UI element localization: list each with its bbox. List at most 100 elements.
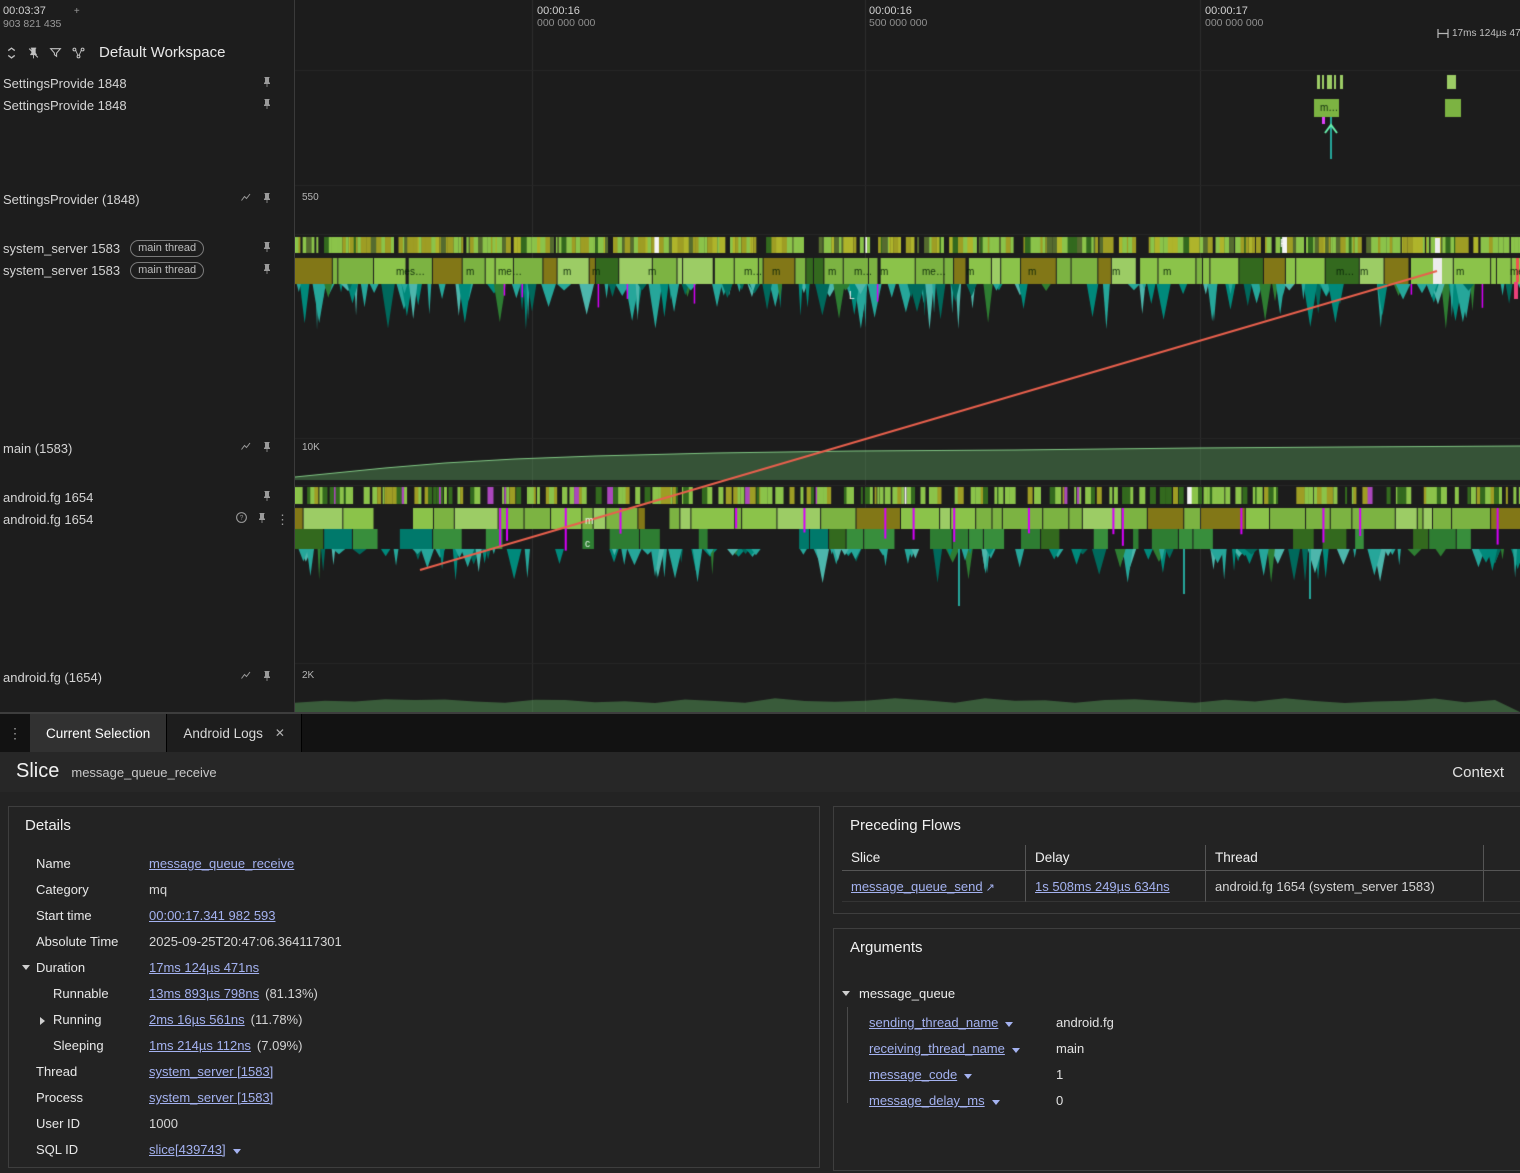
track-row[interactable]: android.fg 1654? ⋮ <box>0 508 295 530</box>
detail-key: Runnable <box>53 986 109 1001</box>
track-icons: ? ⋮ <box>235 511 289 528</box>
flow-slice-link[interactable]: message_queue_send <box>851 879 983 894</box>
pin-icon[interactable] <box>261 240 273 257</box>
detail-row: Thread system_server [1583] <box>9 1059 819 1085</box>
drag-handle-icon[interactable]: ⋮ <box>0 714 30 752</box>
pin-icon[interactable] <box>261 191 273 208</box>
chevron-right-icon[interactable] <box>40 1017 45 1025</box>
preceding-flows-heading: Preceding Flows <box>850 817 961 834</box>
detail-value-link[interactable]: system_server [1583] <box>149 1064 273 1079</box>
track-row[interactable]: system_server 1583 main thread <box>0 259 295 281</box>
argument-key: message_code <box>869 1067 973 1082</box>
detail-value: 13ms 893µs 798ns (81.13%) <box>149 986 318 1001</box>
arguments-heading: Arguments <box>850 939 923 956</box>
pin-icon[interactable] <box>256 511 268 528</box>
bottom-panel-tab-bar: ⋮ Current Selection Android Logs ✕ <box>0 712 1520 752</box>
context-button[interactable]: Context <box>1452 764 1504 781</box>
detail-value-link[interactable]: 13ms 893µs 798ns <box>149 986 259 1001</box>
kebab-menu-icon[interactable]: ⋮ <box>276 513 289 526</box>
ruler-left-timestamp: 00:03:37 + 903 821 435 <box>3 5 80 30</box>
detail-value: slice[439743] <box>149 1142 241 1157</box>
detail-value-link[interactable]: message_queue_receive <box>149 856 294 871</box>
pin-icon[interactable] <box>261 97 273 114</box>
pin-icon[interactable] <box>261 669 273 686</box>
argument-value: 1 <box>1056 1067 1064 1082</box>
argument-row: sending_thread_name android.fg <box>834 1011 1520 1037</box>
detail-key: Duration <box>36 960 86 975</box>
workspace-title[interactable]: Default Workspace <box>99 44 225 61</box>
track-row[interactable]: android.fg 1654 <box>0 486 295 508</box>
selection-duration-label: 17ms 124µs 47 <box>1452 28 1520 39</box>
detail-value-link[interactable]: slice[439743] <box>149 1142 226 1157</box>
detail-value-link[interactable]: 00:00:17.341 982 593 <box>149 908 276 923</box>
track-row[interactable]: SettingsProvide 1848 <box>0 94 295 116</box>
counter-scale-label: 550 <box>302 192 319 203</box>
flows-data-row: message_queue_send ↗ 1s 508ms 249µs 634ns… <box>842 871 1520 902</box>
close-icon[interactable]: ✕ <box>275 726 285 740</box>
chart-icon[interactable] <box>239 441 253 456</box>
detail-key: Category <box>36 882 89 897</box>
dropdown-caret-icon[interactable] <box>1005 1022 1014 1027</box>
detail-value-suffix: (11.78%) <box>250 1012 303 1027</box>
timeline-canvas[interactable] <box>295 0 1520 712</box>
detail-key: Process <box>36 1090 83 1105</box>
help-icon[interactable]: ? <box>235 511 248 527</box>
detail-key: Sleeping <box>53 1038 104 1053</box>
track-icons <box>239 669 273 686</box>
detail-value-link[interactable]: 17ms 124µs 471ns <box>149 960 259 975</box>
pin-icon[interactable] <box>261 262 273 279</box>
tick-time: 00:00:16 <box>869 5 912 17</box>
dropdown-caret-icon[interactable] <box>964 1074 973 1079</box>
argument-key-link[interactable]: sending_thread_name <box>869 1015 998 1030</box>
filter-icon[interactable] <box>49 46 62 59</box>
workspace-icon[interactable] <box>71 46 86 60</box>
chart-icon[interactable] <box>239 192 253 207</box>
detail-value-link[interactable]: 2ms 16µs 561ns <box>149 1012 245 1027</box>
collapse-tracks-icon[interactable] <box>5 46 18 60</box>
dropdown-caret-icon[interactable] <box>232 1149 241 1154</box>
flows-col-delay: Delay <box>1026 845 1206 871</box>
argument-key: sending_thread_name <box>869 1015 1014 1030</box>
argument-key-link[interactable]: receiving_thread_name <box>869 1041 1005 1056</box>
track-row[interactable]: SettingsProvide 1848 <box>0 72 295 94</box>
ruler-ns: 903 821 435 <box>3 18 62 30</box>
detail-row: Category mq <box>9 877 819 903</box>
pin-icon[interactable] <box>261 440 273 457</box>
unpin-all-icon[interactable] <box>27 46 40 60</box>
detail-value-link[interactable]: system_server [1583] <box>149 1090 273 1105</box>
dropdown-caret-icon[interactable] <box>991 1100 1000 1105</box>
pin-icon[interactable] <box>261 489 273 506</box>
flow-delay-link[interactable]: 1s 508ms 249µs 634ns <box>1035 879 1170 894</box>
chart-icon[interactable] <box>239 670 253 685</box>
detail-key: Absolute Time <box>36 934 119 949</box>
detail-value: 2ms 16µs 561ns (11.78%) <box>149 1012 302 1027</box>
selection-type: Slice <box>16 760 60 782</box>
chevron-down-icon[interactable] <box>22 965 30 970</box>
pin-icon[interactable] <box>261 75 273 92</box>
track-row[interactable]: system_server 1583 main thread <box>0 237 295 259</box>
selection-name: message_queue_receive <box>71 765 217 780</box>
track-row[interactable]: main (1583) <box>0 437 295 459</box>
main-thread-chip: main thread <box>130 261 205 279</box>
argument-key-link[interactable]: message_code <box>869 1067 957 1082</box>
detail-value: system_server [1583] <box>149 1090 273 1105</box>
argument-value: android.fg <box>1056 1015 1114 1030</box>
track-label: system_server 1583 <box>3 240 121 256</box>
detail-value-link[interactable]: 1ms 214µs 112ns <box>149 1038 251 1053</box>
argument-row: message_delay_ms 0 <box>834 1089 1520 1115</box>
bracket-icon <box>1437 29 1449 38</box>
argument-row: receiving_thread_name main <box>834 1037 1520 1063</box>
tab-current-selection[interactable]: Current Selection <box>30 714 168 752</box>
track-row[interactable]: SettingsProvider (1848) <box>0 188 295 210</box>
counter-scale-label: 10K <box>302 442 320 453</box>
detail-row: Absolute Time 2025-09-25T20:47:06.3641173… <box>9 929 819 955</box>
track-row[interactable]: android.fg (1654) <box>0 666 295 688</box>
preceding-flows-table: Slice Delay Thread message_queue_send ↗ 1… <box>842 845 1520 902</box>
tab-android-logs[interactable]: Android Logs ✕ <box>167 714 302 752</box>
svg-text:?: ? <box>240 515 244 522</box>
argument-value: main <box>1056 1041 1085 1056</box>
chevron-down-icon[interactable] <box>842 991 850 996</box>
track-label: SettingsProvider (1848) <box>3 191 140 207</box>
dropdown-caret-icon[interactable] <box>1011 1048 1020 1053</box>
argument-key-link[interactable]: message_delay_ms <box>869 1093 985 1108</box>
